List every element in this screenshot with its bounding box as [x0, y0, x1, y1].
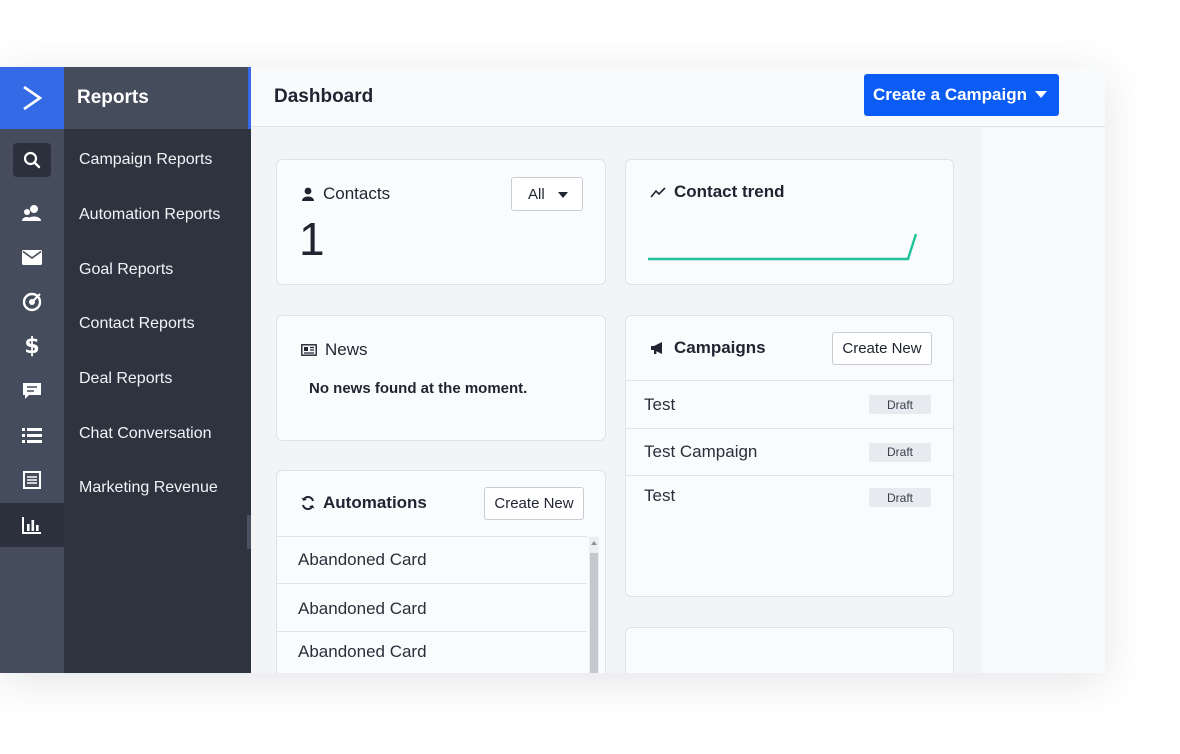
main-area: Dashboard Create a Campaign Contacts All… [251, 67, 1105, 673]
automation-row[interactable]: Abandoned Card [277, 536, 587, 583]
caret-down-icon[interactable] [1035, 91, 1047, 98]
automation-row[interactable]: Abandoned Card [277, 583, 587, 631]
automations-scrollbar[interactable] [589, 537, 599, 673]
contacts-count: 1 [299, 213, 325, 265]
refresh-icon [301, 496, 315, 510]
subnav-item-goal-reports[interactable]: Goal Reports [64, 242, 251, 297]
news-card: News No news found at the moment. [276, 315, 606, 441]
automation-name: Abandoned Card [298, 550, 427, 569]
icon-rail: $ [0, 67, 64, 673]
app-window: $ Reports Campaign Reports Automation Re… [0, 67, 1105, 673]
email-icon[interactable] [0, 236, 64, 281]
campaign-name: Test [644, 394, 676, 414]
contacts-card-header: Contacts [301, 184, 390, 204]
campaign-name: Test Campaign [644, 442, 758, 461]
news-empty-message: No news found at the moment. [309, 380, 528, 397]
news-card-header: News [301, 340, 368, 360]
newspaper-icon [301, 344, 317, 356]
status-badge: Draft [869, 395, 931, 414]
news-card-title: News [325, 340, 368, 359]
rail-search[interactable] [0, 129, 64, 191]
subnav-item-marketing-revenue[interactable]: Marketing Revenue [64, 461, 251, 516]
automation-name: Abandoned Card [298, 641, 427, 661]
scroll-up-icon[interactable] [591, 541, 597, 545]
list-icon[interactable] [0, 414, 64, 459]
subnav-item-deal-reports[interactable]: Deal Reports [64, 352, 251, 407]
dashboard-content: Contacts All 1 Contact trend News No new… [251, 128, 982, 673]
create-campaign-label: Create a Campaign [873, 85, 1027, 104]
create-campaign-button[interactable]: Create a Campaign [864, 74, 1059, 116]
empty-card [625, 627, 954, 673]
caret-down-icon [558, 192, 568, 198]
subnav-item-chat-conversation[interactable]: Chat Conversation [64, 406, 251, 461]
contacts-card: Contacts All 1 [276, 159, 606, 285]
subnav-item-contact-reports[interactable]: Contact Reports [64, 297, 251, 352]
trend-card-header: Contact trend [650, 182, 785, 202]
automations-create-new-button[interactable]: Create New [484, 487, 584, 520]
logo-chevron-icon[interactable] [0, 67, 64, 129]
contacts-icon[interactable] [0, 191, 64, 236]
automations-card-title: Automations [323, 493, 427, 512]
status-badge: Draft [869, 442, 931, 462]
trend-sparkline [648, 233, 918, 261]
campaigns-card-title: Campaigns [674, 338, 766, 357]
automations-card: Automations Create New Abandoned Card Ab… [276, 470, 606, 673]
contact-trend-card: Contact trend [625, 159, 954, 285]
person-icon [302, 187, 314, 201]
trend-line-icon [650, 187, 666, 198]
automation-row[interactable]: Abandoned Card [277, 631, 587, 671]
bar-chart-icon[interactable] [0, 502, 64, 547]
top-bar: Dashboard Create a Campaign [251, 67, 1105, 127]
chat-icon[interactable] [0, 369, 64, 414]
page-title: Dashboard [274, 85, 374, 107]
contacts-filter-select[interactable]: All [511, 177, 583, 211]
campaign-row[interactable]: Test Campaign Draft [626, 428, 953, 475]
trend-card-title: Contact trend [674, 182, 785, 201]
reports-subnav: Reports Campaign Reports Automation Repo… [64, 67, 251, 673]
subnav-item-automation-reports[interactable]: Automation Reports [64, 188, 251, 243]
campaigns-card: Campaigns Create New Test Draft Test Cam… [625, 315, 954, 597]
dollar-icon[interactable]: $ [0, 325, 64, 370]
automation-name: Abandoned Card [298, 598, 427, 618]
target-icon[interactable] [0, 280, 64, 325]
campaigns-create-new-button[interactable]: Create New [832, 332, 932, 365]
right-pane [982, 128, 1105, 673]
campaign-name: Test [644, 486, 676, 505]
search-icon [13, 143, 51, 177]
subnav-title: Reports [64, 67, 251, 129]
status-badge: Draft [869, 488, 931, 507]
automations-card-header: Automations [301, 493, 427, 513]
campaign-row[interactable]: Test Draft [626, 475, 953, 515]
scrollbar-thumb[interactable] [590, 553, 598, 673]
megaphone-icon [651, 342, 662, 354]
document-icon[interactable] [0, 458, 64, 503]
contacts-card-title: Contacts [323, 184, 391, 203]
campaign-row[interactable]: Test Draft [626, 380, 953, 428]
subnav-item-campaign-reports[interactable]: Campaign Reports [64, 133, 251, 188]
campaigns-card-header: Campaigns [650, 338, 766, 358]
contacts-filter-value: All [528, 185, 545, 203]
